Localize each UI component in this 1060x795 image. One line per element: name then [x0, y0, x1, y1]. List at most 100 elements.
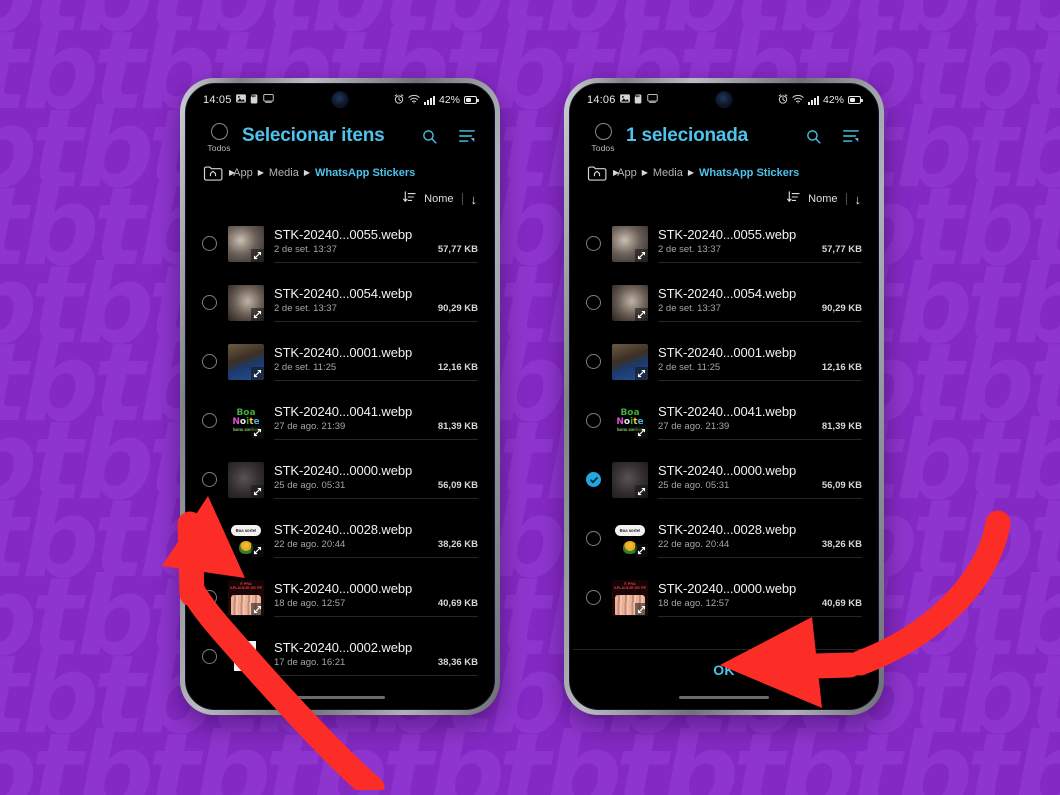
checkbox-unchecked-icon[interactable] [586, 413, 601, 428]
select-all-button[interactable]: Todos [586, 123, 620, 153]
file-row[interactable]: Boa Noite bons sonhos STK-20240...0041.webp… [189, 391, 491, 450]
file-checkbox[interactable] [586, 472, 612, 487]
checkbox-unchecked-icon[interactable] [202, 354, 217, 369]
file-row[interactable]: Boa Noite bons sonhos STK-20240...0041.webp… [573, 391, 875, 450]
sort-list-icon[interactable] [840, 125, 862, 147]
checkbox-unchecked-icon[interactable] [586, 531, 601, 546]
file-thumbnail[interactable] [228, 638, 264, 675]
file-checkbox[interactable] [586, 531, 612, 546]
file-checkbox[interactable] [586, 354, 612, 369]
file-row[interactable]: STK-20240...0001.webp 2 de set. 11:25 12,1… [573, 332, 875, 391]
file-thumbnail[interactable] [612, 284, 648, 321]
expand-icon[interactable] [635, 602, 648, 616]
file-thumbnail[interactable]: Boa sorte! [612, 520, 648, 557]
sort-label[interactable]: Nome [808, 193, 837, 205]
file-checkbox[interactable] [202, 295, 228, 310]
checkbox-unchecked-icon[interactable] [202, 236, 217, 251]
select-all-button[interactable]: Todos [202, 123, 236, 153]
expand-icon[interactable] [251, 543, 264, 557]
file-checkbox[interactable] [202, 354, 228, 369]
file-row[interactable]: STK-20240...0001.webp 2 de set. 11:25 12,1… [189, 332, 491, 391]
breadcrumb-segment[interactable]: WhatsApp Stickers [699, 167, 799, 179]
expand-icon[interactable] [635, 366, 648, 380]
expand-icon[interactable] [251, 248, 264, 262]
checkbox-checked-icon[interactable] [586, 472, 601, 487]
sort-label[interactable]: Nome [424, 193, 453, 205]
file-checkbox[interactable] [586, 413, 612, 428]
search-icon[interactable] [802, 125, 824, 147]
file-thumbnail[interactable]: Boa Noite bons sonhos [228, 402, 264, 439]
gesture-bar[interactable] [189, 689, 491, 706]
file-thumbnail[interactable] [612, 225, 648, 262]
select-all-circle-icon[interactable] [210, 123, 228, 140]
expand-icon[interactable] [635, 484, 648, 498]
sort-list-icon[interactable] [456, 125, 478, 147]
file-thumbnail[interactable]: É PRA APLAUDIR DE PÉ [612, 579, 648, 616]
expand-icon[interactable] [635, 307, 648, 321]
file-checkbox[interactable] [586, 236, 612, 251]
expand-icon[interactable] [251, 425, 264, 439]
checkbox-unchecked-icon[interactable] [202, 590, 217, 605]
file-thumbnail[interactable] [228, 343, 264, 380]
checkbox-unchecked-icon[interactable] [202, 413, 217, 428]
file-row[interactable]: STK-20240...0000.webp 25 de ago. 05:31 56,… [189, 450, 491, 509]
breadcrumb-segment[interactable]: Media [269, 167, 299, 179]
file-thumbnail[interactable]: Boa Noite bons sonhos [612, 402, 648, 439]
file-row[interactable]: STK-20240...0002.webp 17 de ago. 16:21 38,… [189, 627, 491, 686]
expand-icon[interactable] [635, 248, 648, 262]
breadcrumb-segment[interactable]: App [233, 167, 253, 179]
file-row[interactable]: STK-20240...0055.webp 2 de set. 13:37 57,7… [573, 214, 875, 273]
file-checkbox[interactable] [202, 649, 228, 664]
arrow-down-icon[interactable]: ↓ [855, 193, 862, 206]
file-row[interactable]: STK-20240...0054.webp 2 de set. 13:37 90,2… [189, 273, 491, 332]
file-row[interactable]: Boa sorte! STK-20240...0028.webp 22 de ago… [189, 509, 491, 568]
breadcrumb-segment[interactable]: App [617, 167, 637, 179]
file-thumbnail[interactable] [612, 343, 648, 380]
file-row[interactable]: Boa sorte! STK-20240...0028.webp 22 de ago… [573, 509, 875, 568]
checkbox-unchecked-icon[interactable] [202, 472, 217, 487]
checkbox-unchecked-icon[interactable] [586, 295, 601, 310]
expand-icon[interactable] [251, 366, 264, 380]
file-row[interactable]: STK-20240...0054.webp 2 de set. 13:37 90,2… [573, 273, 875, 332]
gesture-bar[interactable] [573, 689, 875, 706]
expand-icon[interactable] [251, 661, 264, 675]
file-thumbnail[interactable] [228, 225, 264, 262]
file-list[interactable]: STK-20240...0055.webp 2 de set. 13:37 57,7… [573, 214, 875, 649]
file-checkbox[interactable] [202, 531, 228, 546]
file-row[interactable]: É PRA APLAUDIR DE PÉ STK-20240...0000.webp… [189, 568, 491, 627]
checkbox-unchecked-icon[interactable] [586, 236, 601, 251]
file-list[interactable]: STK-20240...0055.webp 2 de set. 13:37 57,7… [189, 214, 491, 689]
file-thumbnail[interactable] [228, 284, 264, 321]
home-folder-icon[interactable] [586, 163, 608, 182]
sort-icon[interactable] [787, 190, 800, 208]
expand-icon[interactable] [251, 307, 264, 321]
checkbox-unchecked-icon[interactable] [586, 354, 601, 369]
file-checkbox[interactable] [586, 590, 612, 605]
search-icon[interactable] [418, 125, 440, 147]
expand-icon[interactable] [635, 425, 648, 439]
file-thumbnail[interactable] [612, 461, 648, 498]
file-row[interactable]: É PRA APLAUDIR DE PÉ STK-20240...0000.webp… [573, 568, 875, 627]
file-thumbnail[interactable] [228, 461, 264, 498]
file-checkbox[interactable] [202, 472, 228, 487]
expand-icon[interactable] [251, 484, 264, 498]
sort-icon[interactable] [403, 190, 416, 208]
ok-button[interactable]: OK [713, 662, 735, 678]
file-thumbnail[interactable]: É PRA APLAUDIR DE PÉ [228, 579, 264, 616]
file-checkbox[interactable] [586, 295, 612, 310]
checkbox-unchecked-icon[interactable] [202, 295, 217, 310]
arrow-down-icon[interactable]: ↓ [471, 193, 478, 206]
file-thumbnail[interactable]: Boa sorte! [228, 520, 264, 557]
checkbox-unchecked-icon[interactable] [202, 649, 217, 664]
breadcrumb-segment[interactable]: WhatsApp Stickers [315, 167, 415, 179]
select-all-circle-icon[interactable] [594, 123, 612, 140]
home-folder-icon[interactable] [202, 163, 224, 182]
expand-icon[interactable] [251, 602, 264, 616]
file-row[interactable]: STK-20240...0000.webp 25 de ago. 05:31 56,… [573, 450, 875, 509]
checkbox-unchecked-icon[interactable] [586, 590, 601, 605]
file-row[interactable]: STK-20240...0055.webp 2 de set. 13:37 57,7… [189, 214, 491, 273]
breadcrumb-segment[interactable]: Media [653, 167, 683, 179]
checkbox-unchecked-icon[interactable] [202, 531, 217, 546]
file-checkbox[interactable] [202, 236, 228, 251]
expand-icon[interactable] [635, 543, 648, 557]
